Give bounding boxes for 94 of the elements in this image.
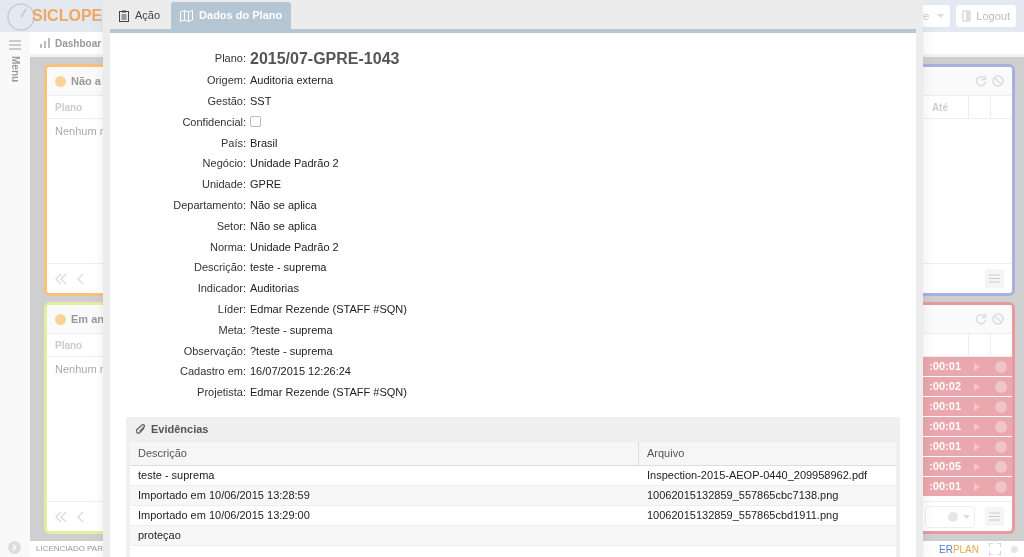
field-value: teste - suprema <box>250 260 327 276</box>
checkbox[interactable] <box>250 116 261 128</box>
field-value: ?teste - suprema <box>250 322 333 338</box>
caret-icon <box>937 14 945 18</box>
play-icon[interactable] <box>973 362 981 371</box>
paperclip-icon <box>136 423 146 435</box>
field-value: ?teste - suprema <box>250 343 333 359</box>
field-label: Projetista: <box>196 385 246 401</box>
list-icon[interactable] <box>985 507 1004 526</box>
table-cell-text: teste - suprema <box>137 468 216 483</box>
select-field[interactable] <box>925 505 975 528</box>
field-value: Edmar Rezende (STAFF #SQN) <box>250 385 407 401</box>
list-icon[interactable] <box>985 269 1004 288</box>
dot-icon <box>1011 545 1018 553</box>
field-label: País: <box>219 135 246 151</box>
field-label: Líder: <box>216 301 246 317</box>
block-icon[interactable] <box>992 313 1004 325</box>
menu-icon[interactable] <box>9 40 21 50</box>
brand-logo: ERPLAN <box>929 541 979 557</box>
panel-title: Em an <box>71 311 104 327</box>
previous-page-icon[interactable] <box>77 272 84 285</box>
column-header: Arquivo <box>646 446 686 461</box>
status-dot-icon <box>55 313 66 325</box>
play-icon[interactable] <box>973 442 981 451</box>
logout-button[interactable]: Logout <box>956 5 1016 27</box>
field-label: Plano: <box>213 51 246 67</box>
field-value: SST <box>250 93 272 109</box>
play-icon[interactable] <box>973 422 981 431</box>
time-cell-text: :00:01 <box>929 479 962 495</box>
field-label: Setor: <box>215 218 246 234</box>
field-value: Edmar Rezende (STAFF #SQN) <box>250 301 407 317</box>
refresh-icon[interactable] <box>975 313 987 325</box>
field-label: Observação: <box>182 343 246 359</box>
clipboard-icon <box>119 9 129 22</box>
play-icon[interactable] <box>973 462 981 471</box>
time-cell-text: :00:05 <box>929 459 962 475</box>
field-label: Descrição: <box>193 260 246 276</box>
time-cell-text: :00:02 <box>929 379 962 395</box>
table-cell-text: 10062015132859_557865cbc7138.png <box>646 488 840 503</box>
fullscreen-icon[interactable] <box>989 543 1001 555</box>
time-cell-text: :00:01 <box>929 399 962 415</box>
field-value: 16/07/2015 12:26:24 <box>250 364 351 380</box>
tab[interactable]: Dados do Plano <box>171 2 292 29</box>
plan-code: 2015/07-GPRE-1043 <box>250 49 400 68</box>
block-icon[interactable] <box>992 75 1004 87</box>
status-dot-icon <box>55 75 66 87</box>
field-value: Brasil <box>250 135 278 151</box>
field-value: Unidade Padrão 2 <box>250 239 339 255</box>
refresh-icon[interactable] <box>975 75 987 87</box>
time-cell-text: :00:01 <box>929 359 962 375</box>
field-label: Meta: <box>217 322 246 338</box>
breadcrumb[interactable]: Dashboar <box>55 35 102 51</box>
play-icon[interactable] <box>973 402 981 411</box>
field-label: Norma: <box>208 239 246 255</box>
table-cell-text: 10062015132859_557865cbd1911.png <box>646 508 840 523</box>
column-header: Descrição <box>130 441 639 465</box>
chevron-circle-icon[interactable] <box>8 541 21 554</box>
map-icon <box>180 9 194 22</box>
play-icon[interactable] <box>973 482 981 491</box>
table-cell-text: Inspection-2015-AEOP-0440_209958962.pdf <box>646 468 869 483</box>
panel-title: Não a <box>71 73 101 89</box>
door-icon <box>962 10 973 22</box>
field-label: Confidencial: <box>181 114 246 130</box>
field-value: Unidade Padrão 2 <box>250 156 339 172</box>
field-label: Unidade: <box>200 177 246 193</box>
field-value: Auditorias <box>250 281 299 297</box>
table-cell-text: proteçao <box>137 528 182 543</box>
time-cell-text: :00:01 <box>929 439 962 455</box>
empty-message: Nenhum r <box>55 124 104 139</box>
field-label: Origem: <box>205 73 246 89</box>
field-label: Indicador: <box>196 281 246 297</box>
field-value: Não se aplica <box>250 197 317 213</box>
table-cell-text: Importado em 10/06/2015 13:28:59 <box>137 488 311 503</box>
field-value: GPRE <box>250 177 282 193</box>
play-icon[interactable] <box>973 382 981 391</box>
table-cell-text: Importado em 10/06/2015 13:29:00 <box>137 508 311 523</box>
field-value: Não se aplica <box>250 218 317 234</box>
license-text: LICENCIADO PAR <box>36 543 103 555</box>
first-page-icon[interactable] <box>55 272 67 285</box>
caret-icon[interactable] <box>963 514 970 519</box>
menu-label[interactable]: Menu <box>7 56 23 83</box>
tab[interactable]: Ação <box>110 2 170 29</box>
field-label: Negócio: <box>201 156 246 172</box>
app-logo: SICLOPE <box>32 6 103 26</box>
section-title: Evidências <box>151 422 209 437</box>
field-value: Auditoria externa <box>250 73 334 89</box>
field-label: Departamento: <box>172 197 246 213</box>
first-page-icon[interactable] <box>55 510 67 523</box>
previous-page-icon[interactable] <box>77 510 84 523</box>
empty-message: Nenhum r <box>55 362 104 377</box>
field-label: Gestão: <box>206 93 246 109</box>
field-label: Cadastro em: <box>178 364 246 380</box>
bar-chart-icon <box>40 38 52 48</box>
time-cell-text: :00:01 <box>929 419 962 435</box>
